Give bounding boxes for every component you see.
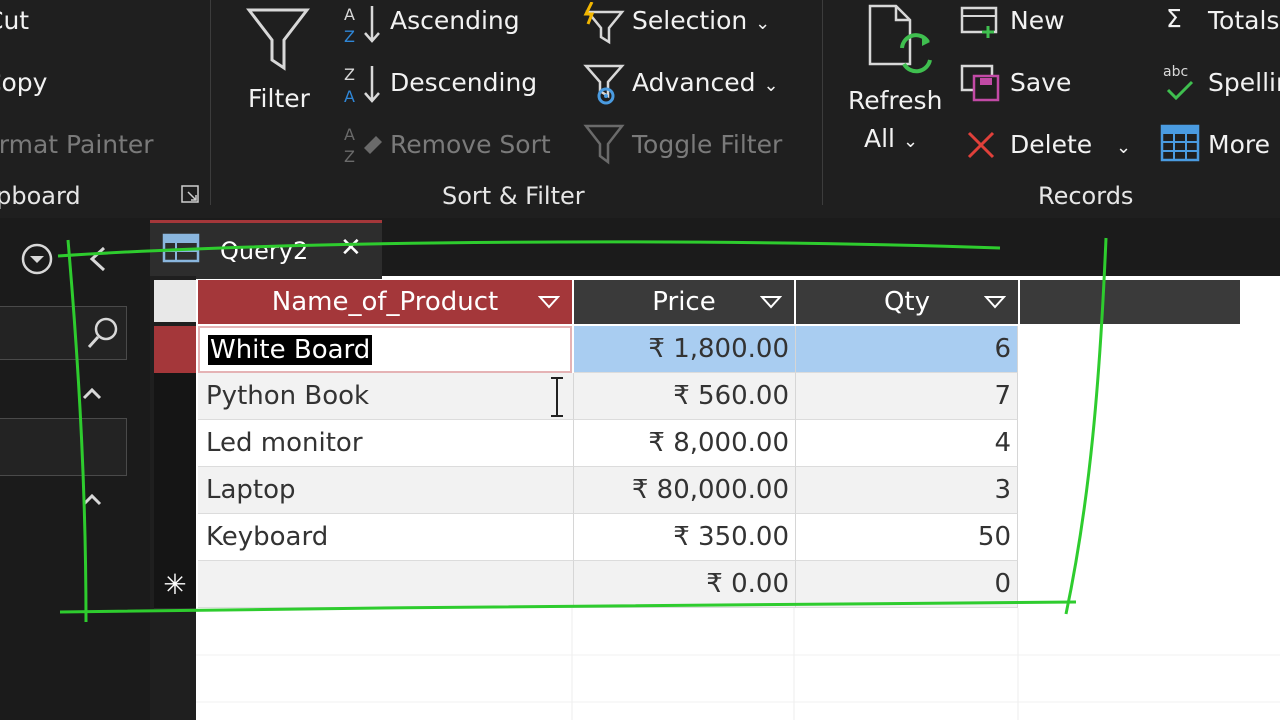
annotation-highlight-box [57, 237, 1108, 623]
